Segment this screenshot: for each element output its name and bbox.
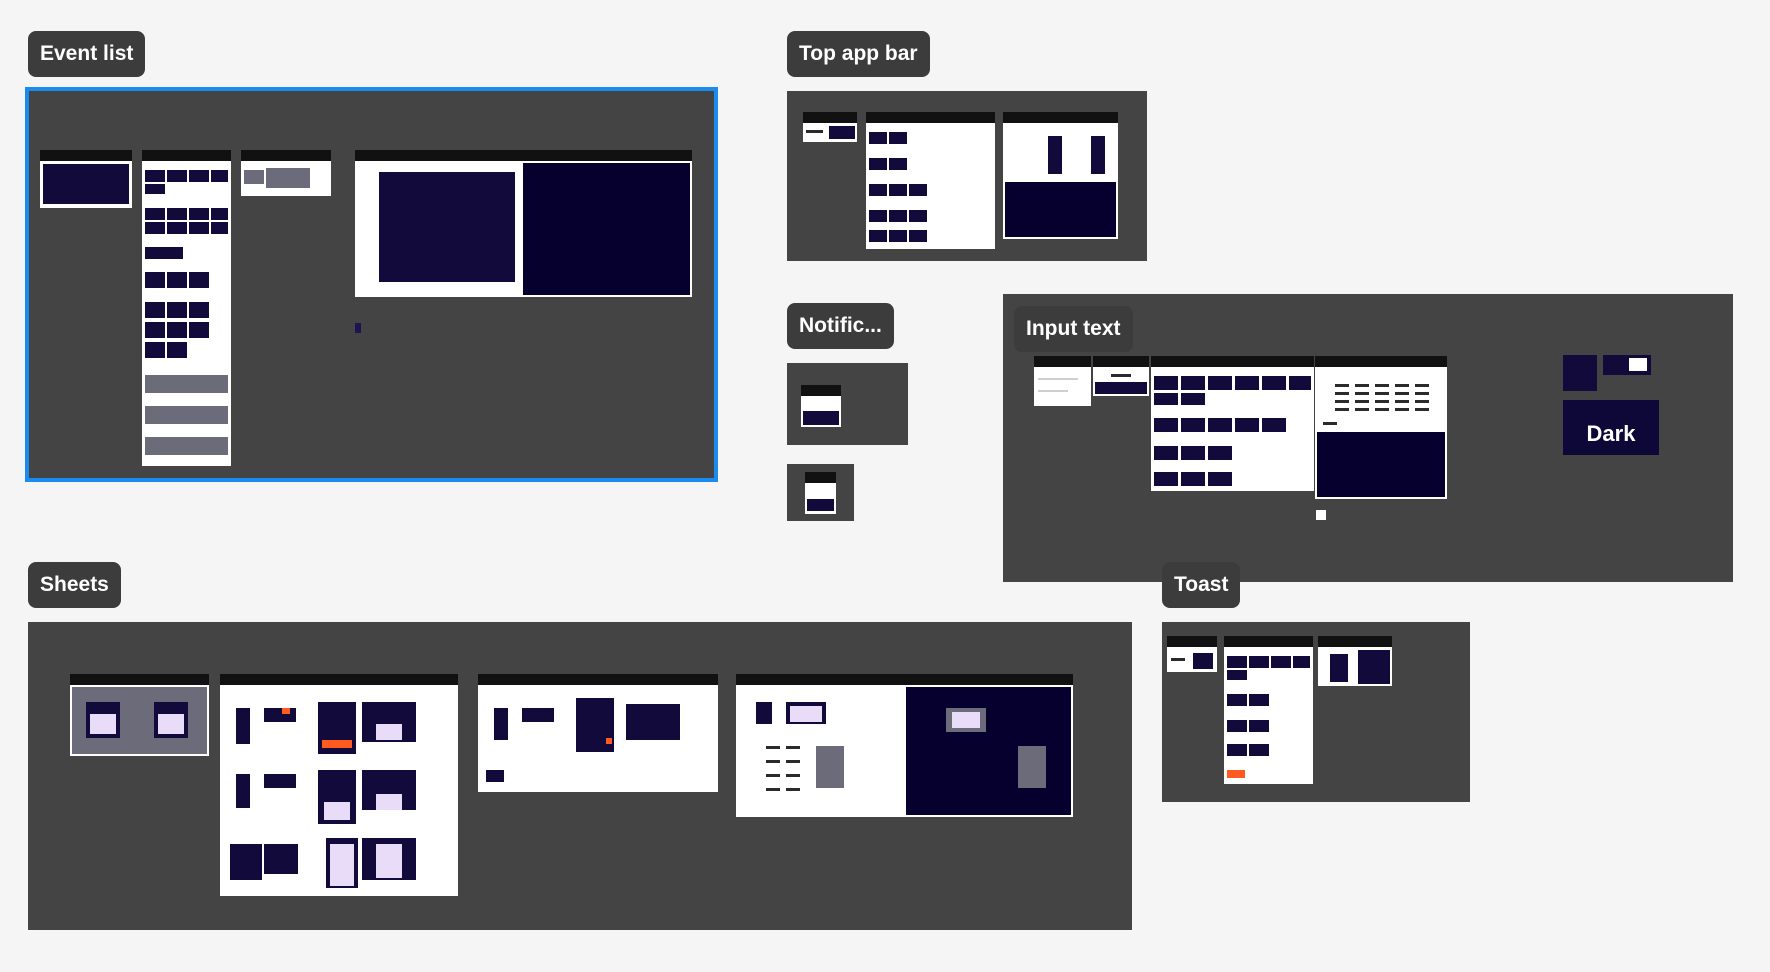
sheets-frame-variations[interactable]	[220, 674, 458, 896]
notifications-frame-anatomy[interactable]	[805, 472, 836, 514]
dark-mode-badge-label: Dark	[1575, 414, 1647, 454]
section-sheets[interactable]	[28, 622, 1132, 930]
notifications-frame-theme[interactable]	[801, 385, 841, 427]
section-toast[interactable]	[1162, 622, 1470, 802]
sheets-frame-states[interactable]	[478, 674, 718, 792]
section-notifications-secondary[interactable]	[787, 464, 854, 521]
input-text-frame-states[interactable]	[1093, 356, 1149, 396]
input-text-small-marker	[1316, 510, 1326, 520]
input-text-dark-swatch-2[interactable]	[1603, 355, 1651, 375]
input-text-frame-theme[interactable]	[1315, 356, 1447, 499]
section-event-list[interactable]	[25, 87, 718, 482]
section-label-sheets[interactable]: Sheets	[28, 562, 121, 608]
sheets-frame-anatomy[interactable]	[70, 674, 209, 756]
top-app-bar-frame-theme[interactable]	[1003, 112, 1118, 239]
input-text-frame-variations[interactable]	[1151, 356, 1314, 491]
toast-frame-variations[interactable]	[1224, 636, 1313, 784]
top-app-bar-frame-anatomy[interactable]	[803, 112, 857, 142]
event-list-frame-variations[interactable]	[142, 150, 231, 466]
section-label-notifications[interactable]: Notific...	[787, 303, 894, 349]
section-label-event-list[interactable]: Event list	[28, 31, 146, 77]
event-list-frame-anatomy[interactable]	[40, 150, 132, 208]
section-label-input-text[interactable]: Input text	[1014, 306, 1133, 352]
dark-mode-badge[interactable]: Dark	[1563, 400, 1659, 455]
event-list-frame-states[interactable]	[241, 150, 331, 196]
section-input-text[interactable]: Input text Dark	[1003, 294, 1733, 582]
sheets-frame-theme[interactable]	[736, 674, 1073, 817]
top-app-bar-frame-variations[interactable]	[866, 112, 995, 249]
section-label-toast[interactable]: Toast	[1162, 562, 1241, 608]
section-top-app-bar[interactable]	[787, 91, 1147, 261]
input-text-frame-anatomy[interactable]	[1034, 356, 1091, 406]
input-text-dark-swatch-1[interactable]	[1563, 355, 1597, 391]
section-label-top-app-bar[interactable]: Top app bar	[787, 31, 930, 77]
section-notifications[interactable]	[787, 363, 908, 445]
event-list-small-marker	[355, 323, 361, 333]
toast-frame-theme[interactable]	[1318, 636, 1392, 686]
event-list-frame-theme[interactable]	[355, 150, 692, 297]
toast-frame-anatomy[interactable]	[1167, 636, 1217, 672]
